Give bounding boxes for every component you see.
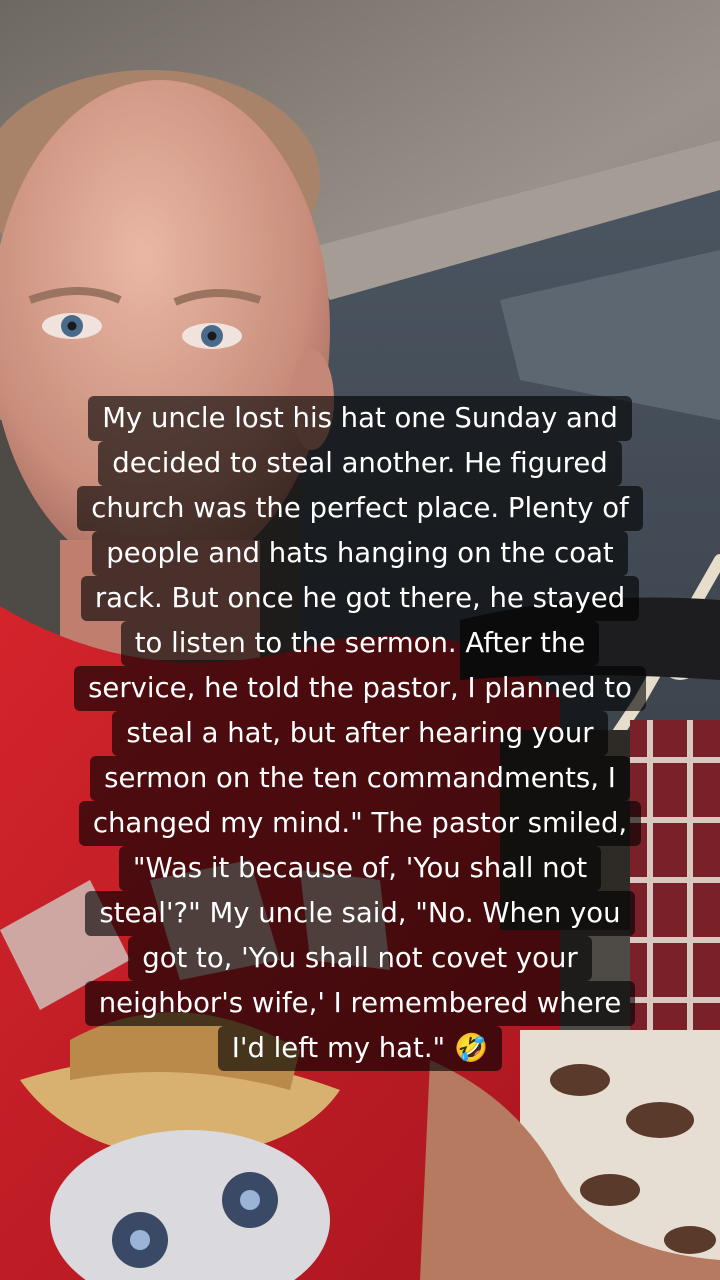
camo-spot-4 — [664, 1226, 716, 1254]
caption-line: service, he told the pastor, I planned t… — [74, 666, 646, 711]
caption-line: got to, 'You shall not covet your — [128, 936, 592, 981]
caption-line: sermon on the ten commandments, I — [90, 756, 630, 801]
caption-line: people and hats hanging on the coat — [92, 531, 628, 576]
caption-line: I'd left my hat." 🤣 — [217, 1026, 503, 1071]
caption-line: changed my mind." The pastor smiled, — [78, 801, 642, 846]
caption-line: decided to steal another. He figured — [98, 441, 622, 486]
caption-line: church was the perfect place. Plenty of — [77, 486, 643, 531]
caption-line: neighbor's wife,' I remembered where — [84, 981, 636, 1026]
story-caption: My uncle lost his hat one Sunday and dec… — [60, 396, 660, 1071]
graphic-skull-eye-shine-left — [130, 1230, 150, 1250]
caption-line: My uncle lost his hat one Sunday and — [88, 396, 632, 441]
caption-line: steal a hat, but after hearing your — [112, 711, 608, 756]
left-pupil — [67, 321, 77, 331]
camo-spot-3 — [580, 1174, 640, 1206]
camo-spot-2 — [626, 1102, 694, 1138]
caption-line: to listen to the sermon. After the — [120, 621, 600, 666]
caption-line: "Was it because of, 'You shall not — [118, 846, 602, 891]
graphic-skull-eye-shine-right — [240, 1190, 260, 1210]
right-pupil — [207, 331, 217, 341]
caption-line: steal'?" My uncle said, "No. When you — [85, 891, 635, 936]
caption-line: rack. But once he got there, he stayed — [80, 576, 640, 621]
